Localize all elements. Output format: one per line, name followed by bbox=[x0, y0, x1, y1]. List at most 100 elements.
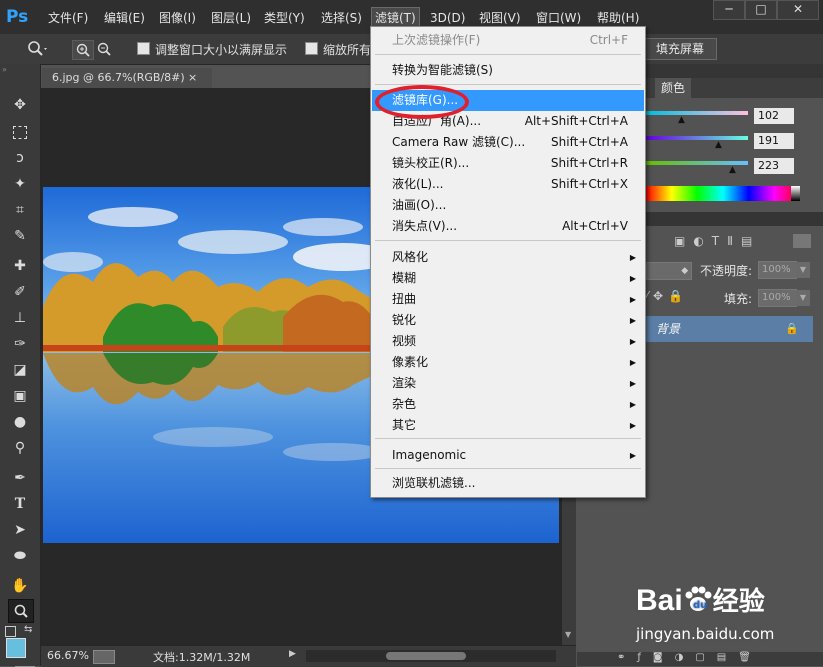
foreground-color-swatch[interactable] bbox=[6, 638, 26, 658]
close-window-button[interactable]: ✕ bbox=[777, 0, 819, 20]
history-brush-tool-icon[interactable]: ✑ bbox=[8, 333, 32, 355]
paw-logo-icon: du bbox=[683, 585, 713, 613]
zoom-tool-preset-icon[interactable] bbox=[26, 39, 48, 59]
menu-item-sharpen[interactable]: 锐化 ▶ bbox=[372, 310, 644, 331]
move-tool-icon[interactable]: ✥ bbox=[8, 94, 32, 116]
menu-item-distort[interactable]: 扭曲 ▶ bbox=[372, 289, 644, 310]
crop-tool-icon[interactable]: ⌗ bbox=[8, 199, 32, 221]
blue-slider-thumb-icon[interactable]: ▲ bbox=[729, 165, 736, 175]
blue-value-field[interactable]: 223 bbox=[754, 158, 794, 174]
brush-tool-icon[interactable]: ✐ bbox=[8, 281, 32, 303]
fill-screen-button[interactable]: 填充屏幕 bbox=[643, 38, 717, 60]
minimize-button[interactable]: ─ bbox=[713, 0, 745, 20]
menu-image[interactable]: 图像(I) bbox=[159, 9, 196, 27]
menu-item-pixelate[interactable]: 像素化 ▶ bbox=[372, 352, 644, 373]
green-slider-track[interactable] bbox=[646, 136, 748, 140]
opacity-dropdown-arrow-icon[interactable]: ▼ bbox=[796, 262, 810, 278]
menu-item-camera-raw[interactable]: Camera Raw 滤镜(C)... Shift+Ctrl+A bbox=[372, 132, 644, 153]
swap-colors-icon[interactable]: ⇆ bbox=[24, 624, 32, 635]
zoom-out-button[interactable] bbox=[96, 41, 114, 59]
menu-separator bbox=[375, 468, 641, 469]
menu-help[interactable]: 帮助(H) bbox=[597, 9, 639, 27]
menu-item-liquify[interactable]: 液化(L)... Shift+Ctrl+X bbox=[372, 174, 644, 195]
menu-separator bbox=[375, 54, 641, 55]
menu-type[interactable]: 类型(Y) bbox=[264, 9, 305, 27]
red-value-field[interactable]: 102 bbox=[754, 108, 794, 124]
blur-tool-icon[interactable]: ● bbox=[8, 411, 32, 433]
marquee-tool-icon[interactable] bbox=[8, 121, 32, 143]
zoom-tool-icon[interactable] bbox=[8, 599, 34, 623]
layer-filter-toggle[interactable] bbox=[793, 234, 811, 248]
tab-color[interactable]: 颜色 bbox=[655, 78, 691, 98]
menu-item-stylize[interactable]: 风格化 ▶ bbox=[372, 247, 644, 268]
hand-tool-icon[interactable]: ✋ bbox=[8, 575, 32, 597]
photoshop-logo: Ps bbox=[6, 7, 29, 27]
ellipse-tool-icon[interactable]: ⬬ bbox=[8, 545, 32, 567]
menu-separator bbox=[375, 438, 641, 439]
healing-brush-tool-icon[interactable]: ✚ bbox=[8, 255, 32, 277]
scroll-down-arrow-icon[interactable]: ▼ bbox=[565, 630, 571, 639]
zoom-level[interactable]: 66.67% bbox=[47, 649, 89, 662]
dodge-tool-icon[interactable]: ⚲ bbox=[8, 437, 32, 459]
green-slider-thumb-icon[interactable]: ▲ bbox=[715, 140, 722, 150]
magic-wand-tool-icon[interactable]: ✦ bbox=[8, 173, 32, 195]
menu-item-last-filter[interactable]: 上次滤镜操作(F) Ctrl+F bbox=[372, 30, 644, 51]
color-spectrum-ramp[interactable] bbox=[646, 186, 800, 201]
horizontal-scrollbar[interactable] bbox=[306, 650, 556, 662]
baidu-jingyan-watermark: Bai du 经验 jingyan.baidu.com bbox=[636, 575, 816, 647]
status-menu-arrow-icon[interactable]: ▶ bbox=[289, 649, 296, 659]
menu-edit[interactable]: 编辑(E) bbox=[104, 9, 145, 27]
horizontal-scroll-thumb[interactable] bbox=[386, 652, 466, 660]
status-preview-icon[interactable] bbox=[93, 650, 115, 664]
gradient-tool-icon[interactable]: ▣ bbox=[8, 385, 32, 407]
menu-file[interactable]: 文件(F) bbox=[48, 9, 88, 27]
lock-options-icons[interactable]: ⁄✥🔒 bbox=[646, 289, 688, 303]
menu-item-blur[interactable]: 模糊 ▶ bbox=[372, 268, 644, 289]
lasso-tool-icon[interactable]: ↄ bbox=[8, 147, 32, 169]
annotation-red-ellipse bbox=[375, 85, 469, 119]
zoom-all-checkbox[interactable] bbox=[305, 42, 318, 55]
menu-item-convert-smart-filter[interactable]: 转换为智能滤镜(S) bbox=[372, 60, 644, 81]
menu-item-video[interactable]: 视频 ▶ bbox=[372, 331, 644, 352]
path-selection-tool-icon[interactable]: ➤ bbox=[8, 519, 32, 541]
fill-dropdown-arrow-icon[interactable]: ▼ bbox=[796, 290, 810, 306]
bw-ramp[interactable] bbox=[791, 186, 800, 201]
menu-window[interactable]: 窗口(W) bbox=[536, 9, 581, 27]
eyedropper-tool-icon[interactable]: ✎ bbox=[8, 225, 32, 247]
eraser-tool-icon[interactable]: ◪ bbox=[8, 359, 32, 381]
red-slider-track[interactable] bbox=[646, 111, 748, 115]
menu-item-oil-paint[interactable]: 油画(O)... bbox=[372, 195, 644, 216]
menu-item-vanishing-point[interactable]: 消失点(V)... Alt+Ctrl+V bbox=[372, 216, 644, 237]
watermark-brand-right: 经验 bbox=[712, 586, 765, 616]
type-tool-icon[interactable]: T bbox=[8, 493, 32, 515]
opacity-field[interactable]: 100% bbox=[758, 261, 797, 279]
menu-item-browse-online-filters[interactable]: 浏览联机滤镜... bbox=[372, 473, 644, 494]
menu-item-other[interactable]: 其它 ▶ bbox=[372, 415, 644, 436]
menu-item-lens-correction[interactable]: 镜头校正(R)... Shift+Ctrl+R bbox=[372, 153, 644, 174]
close-tab-icon[interactable]: × bbox=[188, 68, 197, 88]
clone-stamp-tool-icon[interactable]: ⊥ bbox=[8, 307, 32, 329]
default-colors-icon[interactable] bbox=[5, 626, 16, 637]
menu-view[interactable]: 视图(V) bbox=[479, 9, 521, 27]
menu-layer[interactable]: 图层(L) bbox=[211, 9, 251, 27]
blend-mode-select[interactable]: ◆ bbox=[646, 262, 692, 280]
layer-row-background[interactable]: 背景 🔒 bbox=[646, 316, 813, 342]
menu-3d[interactable]: 3D(D) bbox=[430, 9, 465, 27]
layers-footer: ⚭ƒ◙◑▢▤🗑 bbox=[577, 652, 823, 666]
menu-item-noise[interactable]: 杂色 ▶ bbox=[372, 394, 644, 415]
green-value-field[interactable]: 191 bbox=[754, 133, 794, 149]
panel-collapse-icon[interactable]: » bbox=[2, 66, 38, 74]
maximize-button[interactable]: □ bbox=[745, 0, 777, 20]
menu-select[interactable]: 选择(S) bbox=[321, 9, 362, 27]
red-slider-thumb-icon[interactable]: ▲ bbox=[678, 115, 685, 125]
resize-windows-checkbox[interactable] bbox=[137, 42, 150, 55]
document-tab[interactable]: 6.jpg @ 66.7%(RGB/8#) × bbox=[42, 68, 212, 88]
pen-tool-icon[interactable]: ✒ bbox=[8, 467, 32, 489]
resize-windows-label: 调整窗口大小以满屏显示 bbox=[155, 43, 288, 57]
menu-item-render[interactable]: 渲染 ▶ bbox=[372, 373, 644, 394]
layer-filter-icons[interactable]: ▣◐TⅡ▤ bbox=[674, 234, 760, 248]
menu-item-imagenomic[interactable]: Imagenomic ▶ bbox=[372, 445, 644, 466]
layers-footer-icons[interactable]: ⚭ƒ◙◑▢▤🗑 bbox=[617, 652, 763, 663]
zoom-in-button[interactable] bbox=[72, 40, 94, 60]
fill-field[interactable]: 100% bbox=[758, 289, 797, 307]
